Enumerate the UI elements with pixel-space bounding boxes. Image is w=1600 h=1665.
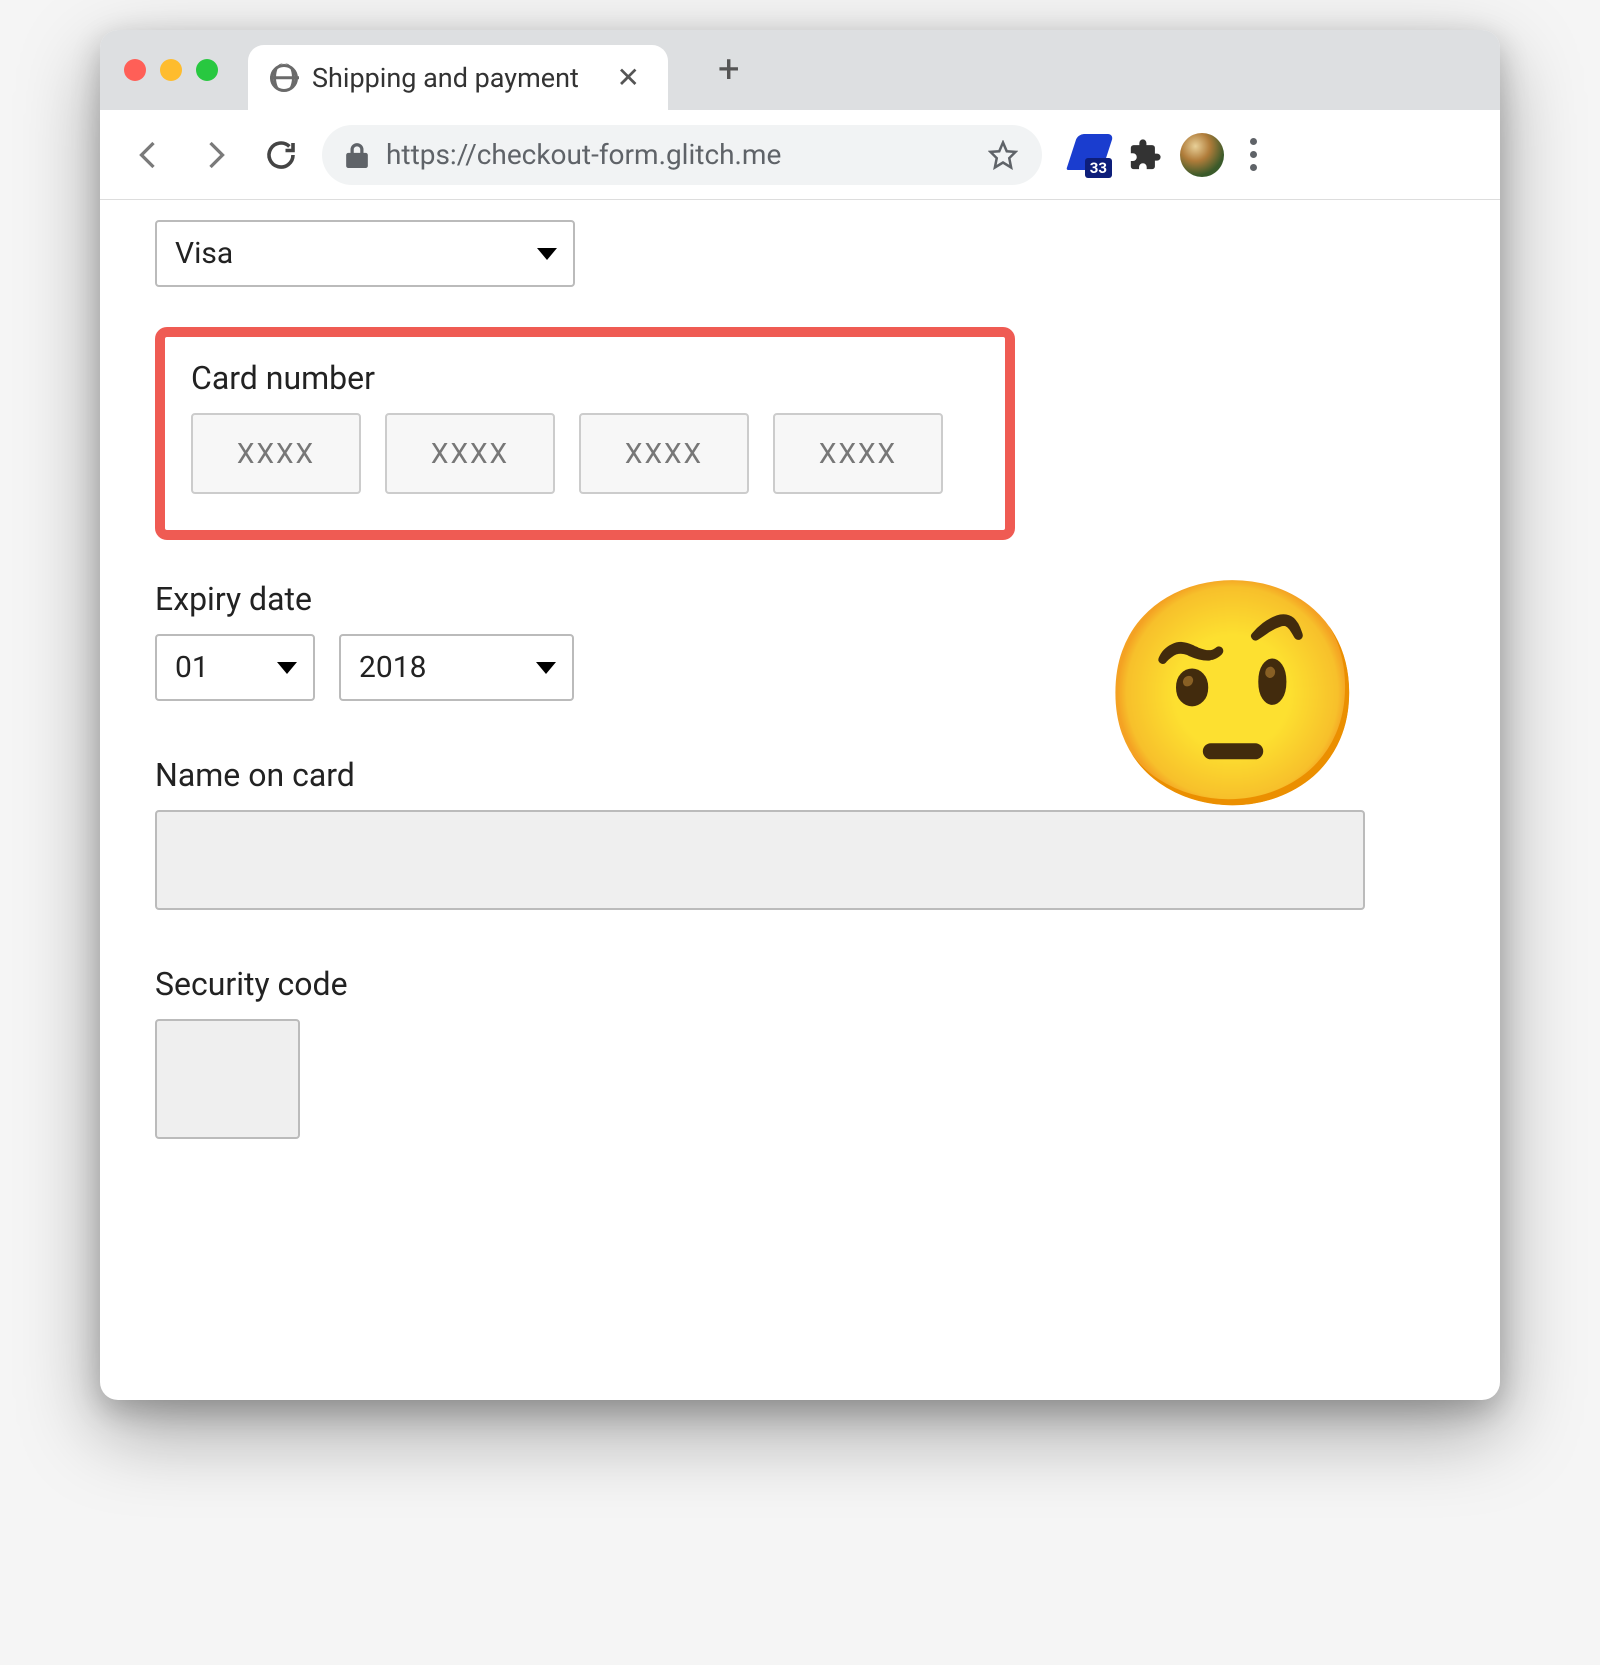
card-number-segment-1[interactable] [191, 413, 361, 494]
extension-css-overview[interactable]: 33 [1068, 134, 1110, 176]
browser-toolbar: https://checkout-form.glitch.me 33 [100, 110, 1500, 200]
lock-icon [346, 142, 368, 168]
cvv-label: Security code [155, 965, 1445, 1003]
card-number-segment-2[interactable] [385, 413, 555, 494]
card-number-row: Card number [155, 327, 1445, 540]
extension-badge-count: 33 [1085, 158, 1112, 178]
extensions-row: 33 [1068, 130, 1265, 179]
browser-window: Shipping and payment ✕ + https://checkou… [100, 30, 1500, 1400]
close-tab-button[interactable]: ✕ [611, 64, 646, 92]
extensions-icon[interactable] [1128, 138, 1162, 172]
page-content: 🤨 Visa Card number Expiry date 01 [100, 200, 1500, 1400]
browser-tab[interactable]: Shipping and payment ✕ [248, 45, 668, 110]
window-controls [124, 59, 218, 81]
card-number-segment-3[interactable] [579, 413, 749, 494]
back-button[interactable] [124, 130, 174, 180]
reload-button[interactable] [256, 130, 306, 180]
bookmark-star-icon[interactable] [988, 140, 1018, 170]
name-on-card-input[interactable] [155, 810, 1365, 910]
profile-avatar[interactable] [1180, 133, 1224, 177]
cvv-row: Security code [155, 965, 1445, 1139]
new-tab-button[interactable]: + [698, 51, 760, 89]
address-bar[interactable]: https://checkout-form.glitch.me [322, 125, 1042, 185]
forward-button[interactable] [190, 130, 240, 180]
browser-menu-button[interactable] [1242, 130, 1265, 179]
card-number-segments [191, 413, 979, 494]
card-number-label: Card number [191, 359, 979, 397]
maximize-window-button[interactable] [196, 59, 218, 81]
card-number-segment-4[interactable] [773, 413, 943, 494]
minimize-window-button[interactable] [160, 59, 182, 81]
expiry-month-select[interactable]: 01 [155, 634, 315, 701]
close-window-button[interactable] [124, 59, 146, 81]
globe-icon [270, 64, 298, 92]
card-type-row: Visa [155, 220, 1445, 287]
raised-eyebrow-emoji: 🤨 [1096, 585, 1370, 805]
security-code-input[interactable] [155, 1019, 300, 1139]
titlebar: Shipping and payment ✕ + [100, 30, 1500, 110]
tab-strip: Shipping and payment ✕ + [248, 30, 1476, 110]
expiry-year-select[interactable]: 2018 [339, 634, 574, 701]
card-type-select[interactable]: Visa [155, 220, 575, 287]
card-number-highlight: Card number [155, 327, 1015, 540]
tab-title: Shipping and payment [312, 62, 597, 94]
url-text: https://checkout-form.glitch.me [386, 138, 970, 171]
